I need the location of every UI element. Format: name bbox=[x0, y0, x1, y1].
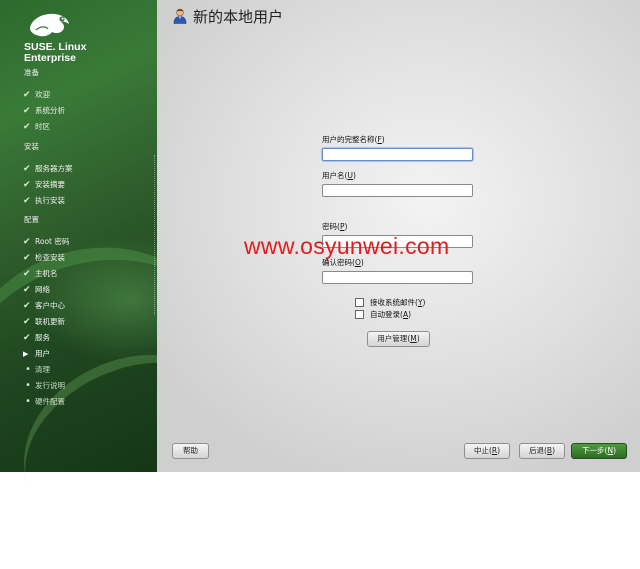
sidebar-step: ✔ 主机名 bbox=[23, 268, 58, 280]
username-label-text: 用户名 bbox=[322, 171, 345, 180]
sidebar-step: ▶ 用户 bbox=[23, 348, 50, 360]
sidebar-step-label: 安装摘要 bbox=[35, 180, 65, 189]
sidebar-step-label: 用户 bbox=[35, 349, 50, 358]
sidebar-step-label: 服务器方案 bbox=[35, 164, 73, 173]
checkmark-icon: ✔ bbox=[23, 180, 31, 190]
checkmark-icon: ✔ bbox=[23, 333, 31, 343]
sidebar-step: ✔ 执行安装 bbox=[23, 195, 65, 207]
brand-line-2: Enterprise bbox=[24, 52, 76, 64]
fullname-field[interactable] bbox=[322, 148, 473, 161]
sidebar-step-label: 服务 bbox=[35, 333, 50, 342]
sidebar-step-label: 客户中心 bbox=[35, 301, 65, 310]
abort-text: 中止 bbox=[473, 446, 489, 455]
sidebar-step-label: 联机更新 bbox=[35, 317, 65, 326]
next-button[interactable]: 下一步(N) bbox=[571, 443, 627, 459]
suse-chameleon-logo bbox=[30, 13, 69, 37]
sidebar-step: • 硬件配置 bbox=[23, 396, 65, 408]
checkmark-icon: ✔ bbox=[23, 301, 31, 311]
abort-mnemonic: R bbox=[491, 446, 498, 455]
sidebar-step: ✔ 安装摘要 bbox=[23, 179, 65, 191]
sidebar-step: ✔ 系统分析 bbox=[23, 105, 65, 117]
brand-name: SUSE. Linux Enterprise bbox=[24, 42, 86, 64]
sidebar: SUSE. Linux Enterprise 准备 ✔ 欢迎 ✔ 系统分析 ✔ 时区安装 ✔ 服… bbox=[0, 0, 266, 569]
checkmark-icon: ✔ bbox=[23, 122, 31, 132]
sidebar-step-label: 发行说明 bbox=[35, 381, 65, 390]
checkmark-icon: ✔ bbox=[23, 317, 31, 327]
auto-login-checkbox[interactable] bbox=[355, 310, 364, 319]
sidebar-section-title: 准备 bbox=[24, 68, 39, 77]
bullet-icon: • bbox=[25, 364, 31, 375]
sidebar-step-label: 主机名 bbox=[35, 269, 58, 278]
sidebar-step: ✔ 欢迎 bbox=[23, 89, 50, 101]
user-management-mnemonic: M bbox=[410, 334, 417, 343]
checkmark-icon: ✔ bbox=[23, 285, 31, 295]
bullet-icon: • bbox=[25, 396, 31, 407]
sidebar-step-label: 系统分析 bbox=[35, 106, 65, 115]
fullname-mnemonic: F bbox=[377, 135, 382, 144]
receive-system-mail-mnemonic: Y bbox=[417, 298, 423, 307]
sidebar-step-label: 欢迎 bbox=[35, 90, 50, 99]
sidebar-step-label: 网络 bbox=[35, 285, 50, 294]
fullname-label: 用户的完整名称(F) bbox=[322, 135, 385, 144]
sidebar-step: ✔ 服务 bbox=[23, 332, 50, 344]
sidebar-section-title: 安装 bbox=[24, 142, 39, 151]
receive-system-mail-text: 接收系统邮件 bbox=[370, 298, 415, 307]
sidebar-divider bbox=[154, 155, 156, 315]
checkmark-icon: ✔ bbox=[23, 106, 31, 116]
sidebar-step: ✔ 服务器方案 bbox=[23, 163, 73, 175]
user-icon bbox=[173, 8, 187, 24]
abort-button[interactable]: 中止(R) bbox=[464, 443, 510, 459]
bullet-icon: • bbox=[25, 380, 31, 391]
receive-system-mail-label[interactable]: 接收系统邮件(Y) bbox=[370, 297, 425, 308]
checkmark-icon: ✔ bbox=[23, 90, 31, 100]
sidebar-step: ✔ 客户中心 bbox=[23, 300, 65, 312]
user-management-button[interactable]: 用户管理(M) bbox=[367, 331, 430, 347]
help-button[interactable]: 帮助 bbox=[172, 443, 209, 459]
password-label-text: 密码 bbox=[322, 222, 337, 231]
help-text: 帮助 bbox=[183, 446, 198, 455]
sidebar-step: ✔ 网络 bbox=[23, 284, 50, 296]
back-button[interactable]: 后退(B) bbox=[519, 443, 565, 459]
back-text: 后退 bbox=[528, 446, 544, 455]
sidebar-step: ✔ Root 密码 bbox=[23, 236, 69, 248]
receive-system-mail-checkbox[interactable] bbox=[355, 298, 364, 307]
back-mnemonic: B bbox=[546, 446, 553, 455]
sidebar-step: ✔ 检查安装 bbox=[23, 252, 65, 264]
auto-login-text: 自动登录 bbox=[370, 310, 400, 319]
sidebar-step: • 清理 bbox=[23, 364, 50, 376]
sidebar-section-title: 配置 bbox=[24, 215, 39, 224]
user-management-text: 用户管理 bbox=[377, 334, 408, 343]
next-text: 下一步 bbox=[582, 446, 605, 455]
auto-login-mnemonic: A bbox=[402, 310, 409, 319]
watermark-text: www.osyunwei.com bbox=[244, 233, 450, 259]
sidebar-step: • 发行说明 bbox=[23, 380, 65, 392]
password-mnemonic: P bbox=[339, 222, 345, 231]
confirm-password-field[interactable] bbox=[322, 271, 473, 284]
page-title: 新的本地用户 bbox=[193, 8, 284, 26]
fullname-label-text: 用户的完整名称 bbox=[322, 135, 375, 144]
sidebar-step-label: 执行安装 bbox=[35, 196, 65, 205]
sidebar-step-label: Root 密码 bbox=[35, 237, 70, 246]
arrow-right-icon: ▶ bbox=[23, 350, 29, 358]
checkmark-icon: ✔ bbox=[23, 269, 31, 279]
sidebar-step-label: 清理 bbox=[35, 365, 50, 374]
checkmark-icon: ✔ bbox=[23, 253, 31, 263]
username-mnemonic: U bbox=[347, 171, 353, 180]
sidebar-step-label: 检查安装 bbox=[35, 253, 65, 262]
password-label: 密码(P) bbox=[322, 222, 348, 231]
next-mnemonic: N bbox=[607, 446, 614, 455]
sidebar-step-label: 时区 bbox=[35, 122, 50, 131]
auto-login-label[interactable]: 自动登录(A) bbox=[370, 309, 411, 320]
sidebar-step: ✔ 联机更新 bbox=[23, 316, 65, 328]
username-label: 用户名(U) bbox=[322, 171, 356, 180]
sidebar-step-label: 硬件配置 bbox=[35, 397, 65, 406]
checkmark-icon: ✔ bbox=[23, 164, 31, 174]
checkmark-icon: ✔ bbox=[23, 237, 31, 247]
checkmark-icon: ✔ bbox=[23, 196, 31, 206]
sidebar-step: ✔ 时区 bbox=[23, 121, 50, 133]
username-field[interactable] bbox=[322, 184, 473, 197]
